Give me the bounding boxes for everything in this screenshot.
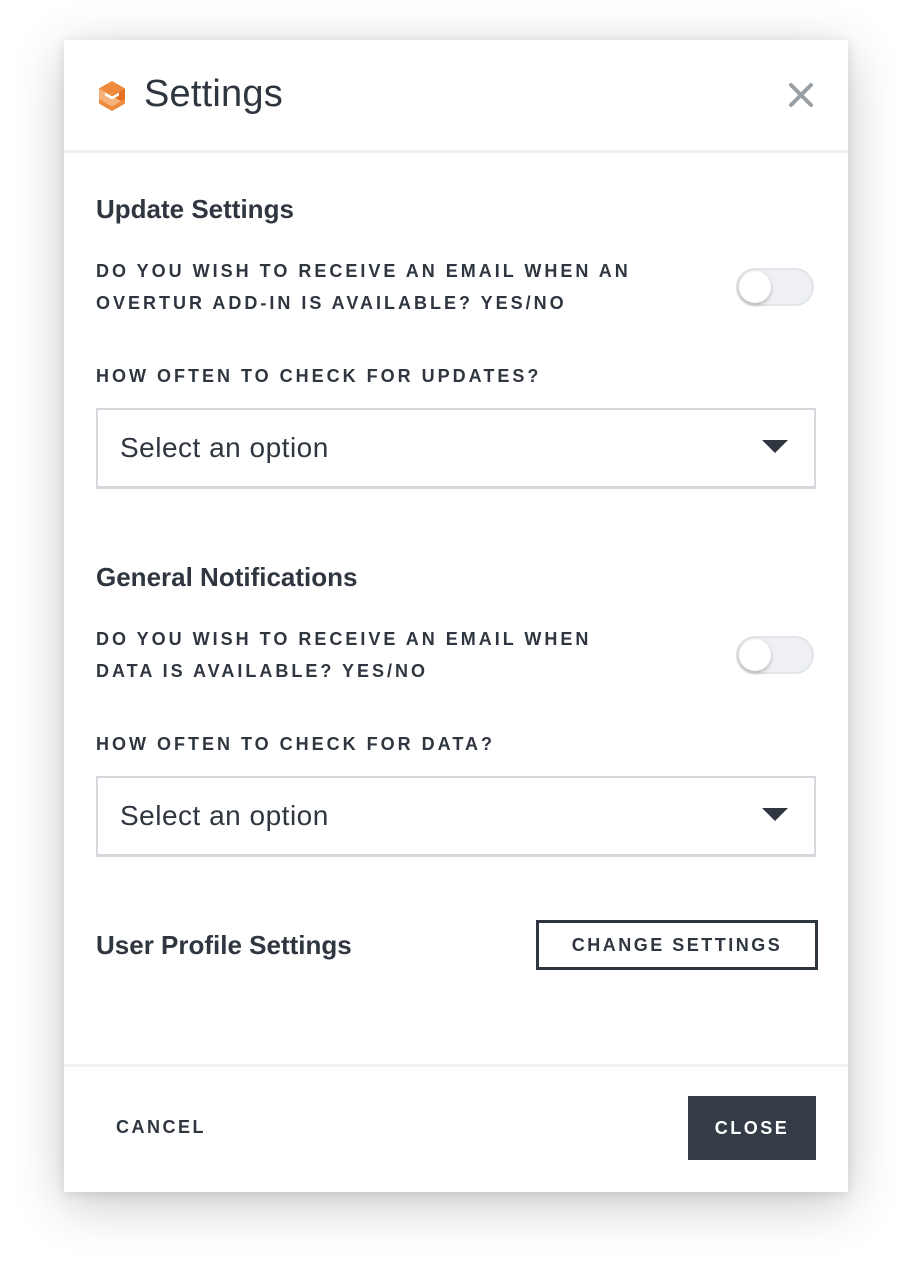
update-frequency-label: HOW OFTEN TO CHECK FOR UPDATES?	[96, 366, 542, 386]
data-frequency-select[interactable]: Select an option	[96, 776, 816, 857]
close-icon[interactable]	[786, 80, 816, 110]
dialog-footer: CANCEL CLOSE	[64, 1064, 848, 1195]
user-profile-heading: User Profile Settings	[96, 930, 352, 960]
chevron-down-icon	[762, 440, 788, 453]
chevron-down-icon	[762, 808, 788, 821]
overtur-logo-icon	[96, 80, 128, 112]
update-settings-heading: Update Settings	[96, 194, 294, 224]
data-frequency-label: HOW OFTEN TO CHECK FOR DATA?	[96, 734, 495, 754]
cancel-button[interactable]: CANCEL	[116, 1117, 206, 1138]
data-frequency-value: Select an option	[120, 800, 329, 831]
general-notifications-heading: General Notifications	[96, 562, 358, 592]
toggle-knob	[739, 639, 771, 671]
data-email-question: DO YOU WISH TO RECEIVE AN EMAIL WHEN DAT…	[96, 629, 592, 681]
close-button[interactable]: CLOSE	[688, 1096, 816, 1160]
dialog-header: Settings	[64, 40, 848, 153]
addin-email-toggle[interactable]	[736, 268, 814, 306]
settings-dialog: Settings Update Settings DO YOU WISH TO …	[64, 40, 848, 1192]
dialog-title: Settings	[144, 73, 283, 115]
update-frequency-value: Select an option	[120, 432, 329, 463]
page: Settings Update Settings DO YOU WISH TO …	[0, 0, 912, 1280]
toggle-knob	[739, 271, 771, 303]
addin-email-question: DO YOU WISH TO RECEIVE AN EMAIL WHEN AN …	[96, 261, 631, 313]
update-frequency-select[interactable]: Select an option	[96, 408, 816, 489]
data-email-toggle[interactable]	[736, 636, 814, 674]
change-settings-button[interactable]: CHANGE SETTINGS	[536, 920, 818, 970]
